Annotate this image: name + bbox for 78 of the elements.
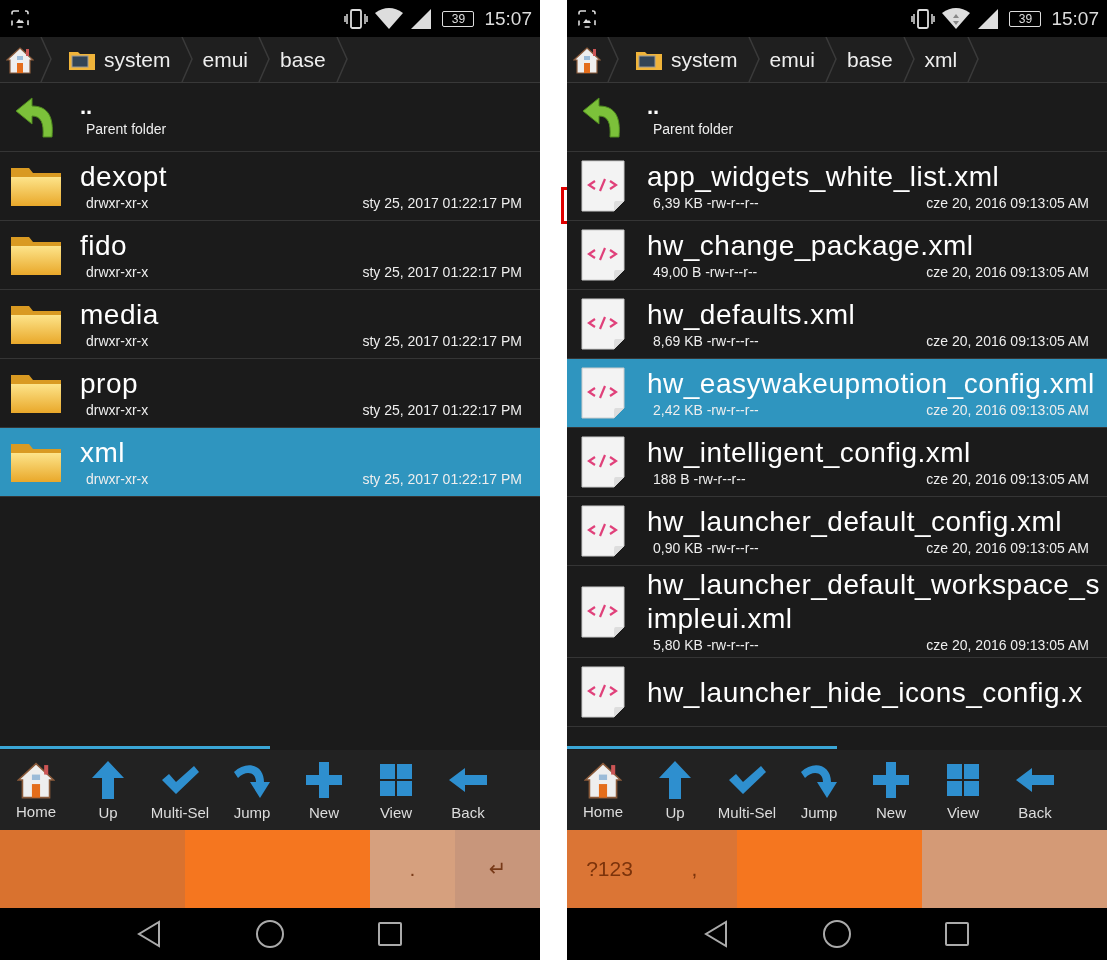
toolbar-button[interactable]: Jump — [216, 754, 288, 826]
file-row[interactable]: media drwxr-xr-x sty 25, 2017 01:22:17 PM — [0, 290, 540, 359]
breadcrumb[interactable]: system — [52, 37, 181, 82]
file-date: cze 20, 2016 09:13:05 AM — [926, 538, 1089, 557]
file-name: hw_launcher_default_workspace_simpleui.xml — [647, 568, 1101, 636]
file-name: .. — [647, 93, 660, 120]
file-info: 49,00 B -rw-r--r-- — [653, 262, 758, 281]
file-info: drwxr-xr-x — [86, 331, 149, 350]
file-row[interactable]: hw_launcher_default_workspace_simpleui.xml 5,80 KB -rw-r--r-- cze 20, 2016 09:13:05 AM — [567, 566, 1107, 658]
toolbar-button[interactable]: Up — [72, 754, 144, 826]
file-row[interactable]: app_widgets_white_list.xml 6,39 KB -rw-r--r-- cze 20, 2016 09:13:05 AM — [567, 152, 1107, 221]
file-name: fido — [80, 228, 129, 263]
file-row[interactable]: hw_intelligent_config.xml 188 B -rw-r--r-- cze 20, 2016 09:13:05 AM — [567, 428, 1107, 497]
file-name: hw_defaults.xml — [647, 297, 857, 332]
file-date: sty 25, 2017 01:22:17 PM — [362, 262, 522, 281]
file-info: drwxr-xr-x — [86, 262, 149, 281]
file-name: hw_easywakeupmotion_config.xml — [647, 366, 1096, 401]
battery-icon: 39 — [1009, 10, 1042, 27]
toolbar-button[interactable]: Jump — [783, 754, 855, 826]
file-row[interactable]: hw_launcher_hide_icons_config.x — [567, 658, 1107, 727]
file-date: cze 20, 2016 09:13:05 AM — [926, 262, 1089, 281]
file-info: 2,42 KB -rw-r--r-- — [653, 400, 759, 419]
toolbar-button[interactable]: Home — [0, 754, 72, 826]
file-row[interactable]: fido drwxr-xr-x sty 25, 2017 01:22:17 PM — [0, 221, 540, 290]
file-info: drwxr-xr-x — [86, 469, 149, 488]
clock: 15:07 — [1051, 7, 1099, 30]
clock: 15:07 — [484, 7, 532, 30]
file-date: cze 20, 2016 09:13:05 AM — [926, 193, 1089, 212]
file-name: prop — [80, 366, 140, 401]
parent-folder-row[interactable]: .. Parent folder — [567, 83, 1107, 152]
toolbar-button[interactable]: Back — [432, 754, 504, 826]
file-name: hw_launcher_default_config.xml — [647, 504, 1064, 539]
file-row[interactable]: dexopt drwxr-xr-x sty 25, 2017 01:22:17 PM — [0, 152, 540, 221]
file-name: hw_change_package.xml — [647, 228, 975, 263]
file-date: sty 25, 2017 01:22:17 PM — [362, 469, 522, 488]
file-info: Parent folder — [653, 119, 734, 138]
file-name: hw_intelligent_config.xml — [647, 435, 972, 470]
file-date: sty 25, 2017 01:22:17 PM — [362, 193, 522, 212]
file-info: 5,80 KB -rw-r--r-- — [653, 636, 759, 654]
file-info: 8,69 KB -rw-r--r-- — [653, 331, 759, 350]
file-row[interactable]: hw_change_package.xml 49,00 B -rw-r--r-- cze 20, 2016 09:13:05 AM — [567, 221, 1107, 290]
keyboard-key[interactable]: . — [370, 830, 455, 908]
breadcrumb[interactable]: xml — [914, 37, 968, 82]
toolbar-button[interactable]: New — [855, 754, 927, 826]
toolbar-button[interactable]: Up — [639, 754, 711, 826]
toolbar-button[interactable]: Multi-Sel — [144, 754, 216, 826]
file-row[interactable]: hw_launcher_default_config.xml 0,90 KB -rw-r--r-- cze 20, 2016 09:13:05 AM — [567, 497, 1107, 566]
breadcrumb[interactable]: base — [270, 37, 336, 82]
file-date: cze 20, 2016 09:13:05 AM — [926, 636, 1089, 654]
breadcrumb[interactable]: emui — [759, 37, 826, 82]
breadcrumb[interactable]: emui — [192, 37, 259, 82]
parent-folder-row[interactable]: .. Parent folder — [0, 83, 540, 152]
file-info: Parent folder — [86, 119, 167, 138]
file-date: cze 20, 2016 09:13:05 AM — [926, 469, 1089, 488]
breadcrumb[interactable]: base — [837, 37, 903, 82]
file-name: dexopt — [80, 159, 169, 194]
file-info: 6,39 KB -rw-r--r-- — [653, 193, 759, 212]
file-info: drwxr-xr-x — [86, 400, 149, 419]
toolbar-button[interactable]: View — [360, 754, 432, 826]
file-name: app_widgets_white_list.xml — [647, 159, 1001, 194]
file-name: media — [80, 297, 160, 332]
battery-icon: 39 — [442, 10, 475, 27]
file-name: .. — [80, 93, 93, 120]
file-name: xml — [80, 435, 127, 470]
toolbar-button[interactable]: New — [288, 754, 360, 826]
breadcrumb[interactable]: system — [619, 37, 748, 82]
file-name: hw_launcher_hide_icons_config.x — [647, 676, 1084, 710]
toolbar-button[interactable]: Multi-Sel — [711, 754, 783, 826]
file-date: cze 20, 2016 09:13:05 AM — [926, 400, 1089, 419]
file-date: sty 25, 2017 01:22:17 PM — [362, 400, 522, 419]
file-info: 0,90 KB -rw-r--r-- — [653, 538, 759, 557]
toolbar-button[interactable]: View — [927, 754, 999, 826]
file-info: drwxr-xr-x — [86, 193, 149, 212]
toolbar-button[interactable]: Back — [999, 754, 1071, 826]
file-info: 188 B -rw-r--r-- — [653, 469, 746, 488]
file-date: sty 25, 2017 01:22:17 PM — [362, 331, 522, 350]
toolbar-button[interactable]: Home — [567, 754, 639, 826]
file-date: cze 20, 2016 09:13:05 AM — [926, 331, 1089, 350]
